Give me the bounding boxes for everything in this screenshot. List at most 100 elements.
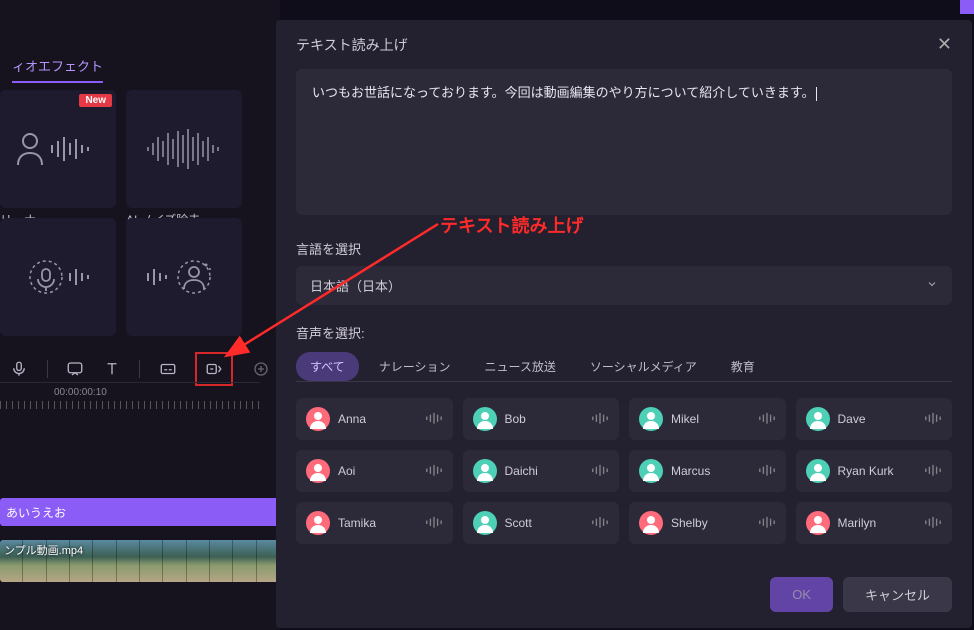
effect-card[interactable]	[0, 218, 116, 336]
wave-icon	[425, 464, 443, 478]
person-circle-wave-icon	[140, 252, 228, 302]
person-wave-icon	[14, 124, 102, 174]
language-select[interactable]: 日本語（日本）	[296, 266, 952, 305]
voice-tab[interactable]: ニュース放送	[470, 352, 569, 381]
voice-card[interactable]: Anna	[296, 398, 453, 440]
voice-name: Shelby	[671, 516, 750, 530]
voice-tab[interactable]: すべて	[296, 352, 359, 381]
timeline-ruler: 00:00:00:10	[0, 382, 260, 387]
mic-wave-icon	[14, 252, 102, 302]
chevron-down-icon	[926, 278, 938, 293]
voice-card[interactable]: Shelby	[629, 502, 786, 544]
tts-icon[interactable]	[195, 352, 233, 386]
ruler-ticks	[0, 401, 260, 409]
effect-card-grid: NewリーナーAI ノイズ除去	[0, 90, 280, 336]
voice-name: Anna	[338, 412, 417, 426]
dialog-footer: OK キャンセル	[770, 577, 952, 612]
voice-card[interactable]: Daichi	[463, 450, 620, 492]
wave-icon	[924, 464, 942, 478]
voice-name: Marilyn	[838, 516, 917, 530]
voice-tab[interactable]: 教育	[717, 352, 769, 381]
mic-icon[interactable]	[10, 358, 29, 380]
close-icon[interactable]: ✕	[937, 34, 952, 55]
voice-card[interactable]: Mikel	[629, 398, 786, 440]
voice-card[interactable]: Aoi	[296, 450, 453, 492]
voice-card[interactable]: Scott	[463, 502, 620, 544]
avatar-icon	[306, 459, 330, 483]
text-clip-label: あいうえお	[6, 504, 66, 521]
voice-card[interactable]: Tamika	[296, 502, 453, 544]
effects-panel: ィオエフェクト NewリーナーAI ノイズ除去 00:00:00:10 あいうえ…	[0, 0, 280, 630]
voice-name: Tamika	[338, 516, 417, 530]
voice-tab[interactable]: ソーシャルメディア	[576, 352, 711, 381]
effect-card[interactable]: Newリーナー	[0, 90, 116, 208]
timeline-toolbar	[0, 340, 280, 398]
avatar-icon	[473, 407, 497, 431]
avatar-icon	[806, 407, 830, 431]
speech-icon[interactable]	[66, 358, 85, 380]
text-icon[interactable]	[103, 358, 122, 380]
voice-category-tabs: すべてナレーションニュース放送ソーシャルメディア教育	[296, 352, 952, 382]
voice-name: Aoi	[338, 464, 417, 478]
voice-name: Daichi	[505, 464, 584, 478]
timecode: 00:00:00:10	[54, 387, 107, 398]
voice-name: Mikel	[671, 412, 750, 426]
voice-card[interactable]: Dave	[796, 398, 953, 440]
tts-dialog: テキスト読み上げ ✕ いつもお世話になっております。今回は動画編集のやり方につい…	[276, 20, 972, 628]
voice-tab[interactable]: ナレーション	[365, 352, 465, 381]
dialog-title: テキスト読み上げ	[296, 35, 408, 55]
voice-name: Bob	[505, 412, 584, 426]
voice-label: 音声を選択:	[296, 323, 952, 342]
voice-card[interactable]: Bob	[463, 398, 620, 440]
avatar-icon	[306, 407, 330, 431]
wave-icon	[591, 516, 609, 530]
wave-icon	[924, 516, 942, 530]
avatar-icon	[806, 511, 830, 535]
voice-grid: Anna Bob Mikel Dave Aoi Daichi Marcus Ryan Kurk…	[296, 398, 952, 544]
waveform-icon	[140, 124, 228, 174]
voice-card[interactable]: Ryan Kurk	[796, 450, 953, 492]
avatar-icon	[806, 459, 830, 483]
timeline-text-clip[interactable]: あいうえお	[0, 498, 280, 526]
language-label: 言語を選択	[296, 239, 952, 258]
cancel-button[interactable]: キャンセル	[843, 577, 952, 612]
badge-new: New	[79, 94, 112, 107]
dialog-header: テキスト読み上げ ✕	[276, 20, 972, 69]
wave-icon	[591, 464, 609, 478]
voice-card[interactable]: Marcus	[629, 450, 786, 492]
wave-icon	[758, 412, 776, 426]
avatar-icon	[639, 459, 663, 483]
wave-icon	[924, 412, 942, 426]
avatar-icon	[639, 511, 663, 535]
ok-button[interactable]: OK	[770, 577, 833, 612]
voice-name: Dave	[838, 412, 917, 426]
wave-icon	[425, 412, 443, 426]
wave-icon	[758, 464, 776, 478]
timeline-video-clip[interactable]: ンプル動画.mp4	[0, 540, 280, 582]
avatar-icon	[639, 407, 663, 431]
avatar-icon	[473, 511, 497, 535]
subtitle-icon[interactable]	[158, 358, 177, 380]
text-cursor	[816, 87, 817, 101]
avatar-icon	[306, 511, 330, 535]
video-clip-label: ンプル動画.mp4	[4, 542, 83, 558]
tts-text-input[interactable]: いつもお世話になっております。今回は動画編集のやり方について紹介していきます。	[296, 69, 952, 215]
voice-name: Scott	[505, 516, 584, 530]
effect-card[interactable]: AI ノイズ除去	[126, 90, 242, 208]
avatar-icon	[473, 459, 497, 483]
magic-icon[interactable]	[251, 358, 270, 380]
voice-card[interactable]: Marilyn	[796, 502, 953, 544]
wave-icon	[591, 412, 609, 426]
tab-audio-effects[interactable]: ィオエフェクト	[0, 52, 115, 83]
voice-name: Marcus	[671, 464, 750, 478]
wave-icon	[425, 516, 443, 530]
wave-icon	[758, 516, 776, 530]
effect-card[interactable]	[126, 218, 242, 336]
annotation-label: テキスト読み上げ	[440, 212, 583, 238]
voice-name: Ryan Kurk	[838, 464, 917, 478]
tts-text-value: いつもお世話になっております。今回は動画編集のやり方について紹介していきます。	[312, 85, 815, 100]
divider	[47, 360, 48, 378]
divider	[139, 360, 140, 378]
accent-bar	[960, 0, 974, 14]
language-value: 日本語（日本）	[310, 276, 401, 295]
